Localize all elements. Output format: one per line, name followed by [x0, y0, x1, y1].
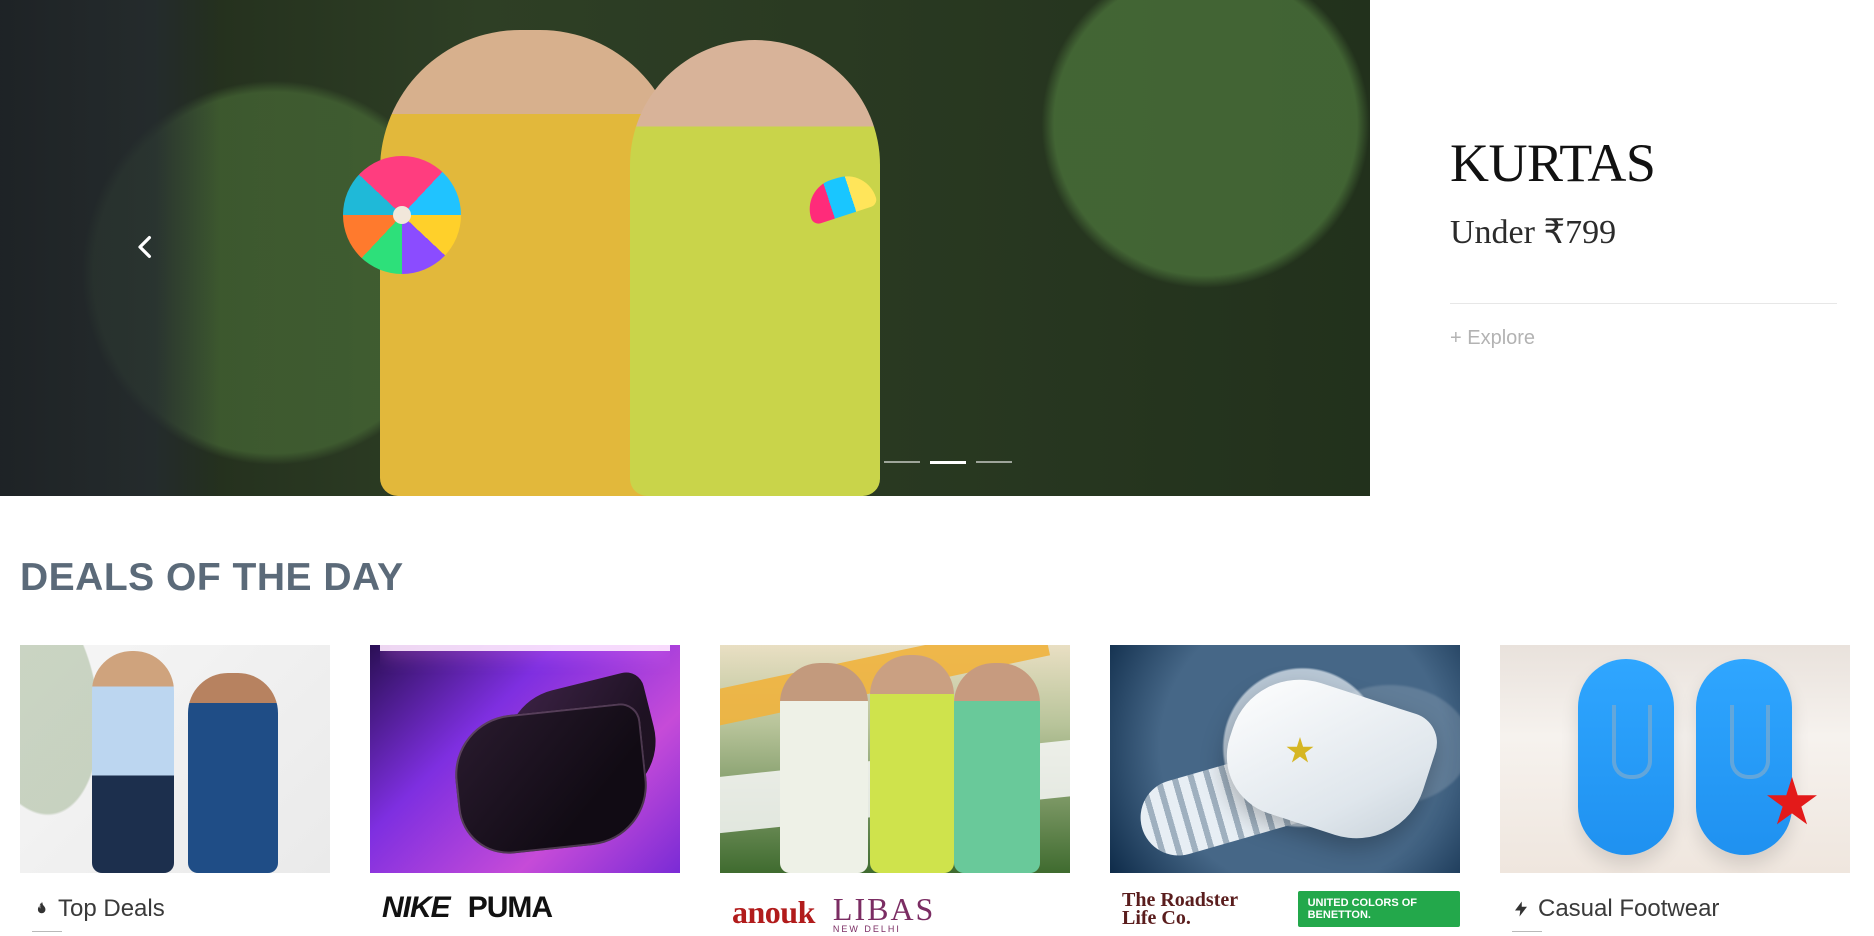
deal-meta: Top Deals — [20, 885, 330, 935]
brand-libas[interactable]: LIBAS NEW DELHI — [833, 891, 935, 934]
deal-card-brands-nike-puma[interactable]: NIKE PUMA — [370, 645, 680, 936]
deal-image-strap-right — [1730, 705, 1770, 779]
brand-logos: anouk LIBAS NEW DELHI — [732, 891, 935, 934]
brand-libas-wordmark: LIBAS — [832, 891, 936, 927]
deal-image[interactable] — [370, 645, 680, 873]
hero-banner: KURTAS Under ₹799 + Explore — [0, 0, 1874, 496]
deal-meta: anouk LIBAS NEW DELHI — [720, 885, 1070, 935]
deal-card-casual-footwear[interactable]: Casual Footwear — [1500, 645, 1850, 936]
deal-image[interactable] — [1500, 645, 1850, 873]
chevron-left-icon — [130, 232, 160, 262]
deal-meta: The Roadster Life Co. UNITED COLORS OF B… — [1110, 885, 1460, 935]
deal-model-man — [92, 651, 174, 873]
carousel-dot-active[interactable] — [930, 460, 966, 464]
deal-label-underline — [32, 931, 62, 932]
brand-logos: NIKE PUMA — [382, 891, 553, 925]
carousel-dot[interactable] — [976, 461, 1012, 463]
deal-meta: Casual Footwear — [1500, 885, 1850, 935]
hero-promo: KURTAS Under ₹799 + Explore — [1450, 0, 1874, 496]
deal-model-2 — [870, 655, 954, 873]
deal-image[interactable] — [720, 645, 1070, 873]
deal-image[interactable] — [20, 645, 330, 873]
brand-libas-subtitle: NEW DELHI — [832, 924, 901, 934]
carousel-dot[interactable] — [884, 461, 920, 463]
promo-subtitle: Under ₹799 — [1450, 214, 1617, 251]
deal-label: Casual Footwear — [1538, 895, 1720, 922]
hero-image-shade — [0, 0, 220, 496]
brand-roadster[interactable]: The Roadster Life Co. — [1122, 890, 1276, 928]
deal-meta: NIKE PUMA — [370, 885, 680, 935]
deal-model-woman — [188, 673, 278, 873]
deal-label-row: Casual Footwear — [1512, 895, 1719, 923]
deal-model-1 — [780, 663, 868, 873]
brand-logos: The Roadster Life Co. UNITED COLORS OF B… — [1122, 890, 1460, 928]
deal-model-3 — [954, 663, 1040, 873]
deal-image-shoe-front — [449, 701, 653, 859]
carousel-indicators — [884, 460, 1012, 464]
carousel-prev-button[interactable] — [130, 232, 160, 262]
deals-title: DEALS OF THE DAY — [20, 556, 404, 599]
hero-image[interactable] — [0, 0, 1370, 496]
brand-puma[interactable]: PUMA — [468, 891, 553, 925]
deal-label: Top Deals — [58, 895, 165, 922]
brand-nike[interactable]: NIKE — [382, 891, 451, 925]
brand-anouk[interactable]: anouk — [732, 894, 815, 931]
deal-image[interactable] — [1110, 645, 1460, 873]
explore-link[interactable]: + Explore — [1450, 327, 1535, 350]
deal-label-underline — [1512, 931, 1542, 932]
hero-model-2 — [630, 40, 880, 496]
deal-label-row: Top Deals — [32, 895, 165, 923]
flame-icon — [32, 900, 50, 918]
hero-pinwheel — [343, 156, 461, 274]
lightning-icon — [1512, 900, 1530, 918]
brand-benetton[interactable]: UNITED COLORS OF BENETTON. — [1297, 891, 1460, 927]
deal-card-top-deals[interactable]: Top Deals — [20, 645, 330, 936]
deal-card-brands-roadster-benetton[interactable]: The Roadster Life Co. UNITED COLORS OF B… — [1110, 645, 1460, 936]
promo-title: KURTAS — [1450, 133, 1656, 193]
deal-image-strap-left — [1612, 705, 1652, 779]
deal-card-brands-anouk-libas[interactable]: anouk LIBAS NEW DELHI — [720, 645, 1070, 936]
promo-divider — [1450, 303, 1837, 304]
